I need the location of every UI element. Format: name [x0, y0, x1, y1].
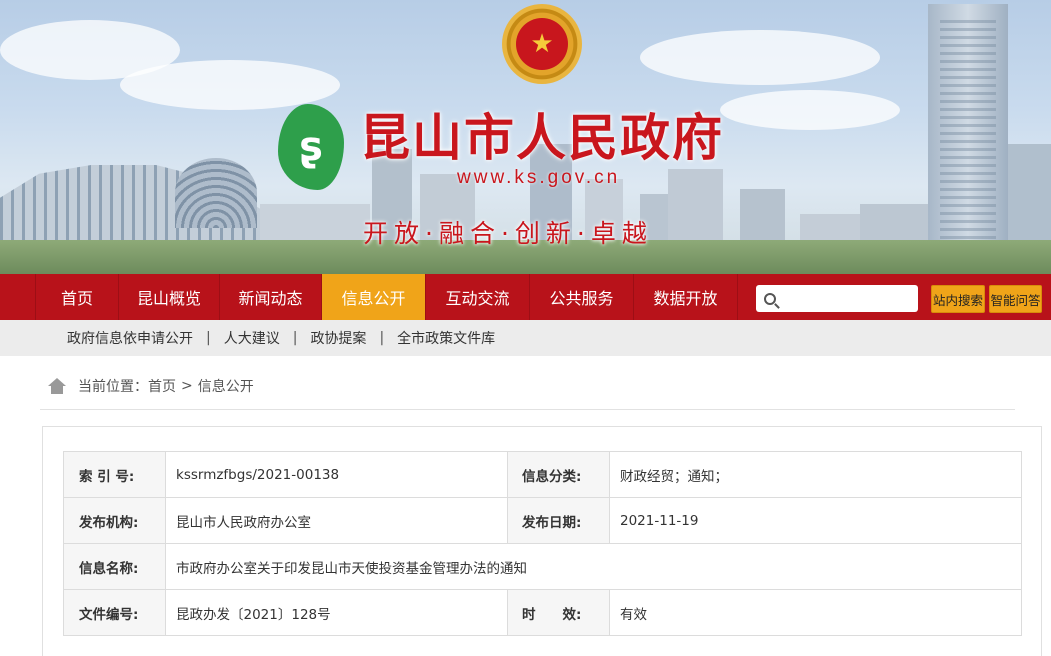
index-value: kssrmzfbgs/2021-00138	[165, 451, 508, 498]
divider	[40, 409, 1015, 410]
category-value: 财政经贸；通知；	[609, 451, 1022, 498]
subnav-item-apply-disclosure[interactable]: 政府信息依申请公开	[67, 328, 193, 348]
search-icon	[764, 292, 776, 305]
home-icon	[48, 378, 66, 394]
site-url: www.ks.gov.cn	[457, 167, 621, 188]
nav-item-home[interactable]: 首页	[36, 274, 119, 320]
publisher-value: 昆山市人民政府办公室	[165, 497, 508, 544]
nav-item-overview[interactable]: 昆山概览	[119, 274, 220, 320]
table-row: 信息名称: 市政府办公室关于印发昆山市天使投资基金管理办法的通知	[63, 543, 1022, 590]
subnav-separator: |	[206, 330, 211, 346]
kunshan-logo-icon[interactable]: ʂ	[278, 104, 344, 190]
dome-illustration	[175, 158, 257, 228]
nav-item-info-disclosure[interactable]: 信息公开	[322, 274, 426, 320]
nav-item-interaction[interactable]: 互动交流	[426, 274, 530, 320]
nav-item-public-service[interactable]: 公共服务	[530, 274, 634, 320]
document-number-value: 昆政办发〔2021〕128号	[165, 589, 508, 636]
search-box	[756, 285, 918, 312]
breadcrumb-separator: >	[181, 378, 193, 394]
national-emblem-icon: ★	[502, 4, 582, 84]
name-label: 信息名称:	[63, 543, 166, 590]
header-banner: ★ ʂ 昆山市人民政府 www.ks.gov.cn 开放·融合·创新·卓越	[0, 0, 1051, 274]
sub-nav: 政府信息依申请公开 | 人大建议 | 政协提案 | 全市政策文件库	[0, 320, 1051, 356]
category-label: 信息分类:	[507, 451, 610, 498]
subnav-item-cppcc-proposals[interactable]: 政协提案	[310, 328, 366, 348]
nav-item-open-data[interactable]: 数据开放	[634, 274, 738, 320]
site-slogan: 开放·融合·创新·卓越	[363, 219, 653, 248]
breadcrumb-prefix: 当前位置：	[78, 379, 148, 395]
subnav-item-policy-library[interactable]: 全市政策文件库	[397, 328, 495, 348]
breadcrumb-home-link[interactable]: 首页	[148, 376, 176, 396]
subnav-separator: |	[292, 330, 298, 346]
table-row: 发布机构: 昆山市人民政府办公室 发布日期: 2021-11-19	[63, 497, 1022, 544]
index-label: 索 引 号:	[63, 451, 166, 498]
publisher-label: 发布机构:	[63, 497, 166, 544]
table-row: 文件编号: 昆政办发〔2021〕128号 时 效: 有效	[63, 589, 1022, 636]
document-number-label: 文件编号:	[63, 589, 166, 636]
subnav-separator: |	[379, 330, 385, 346]
validity-label: 时 效:	[507, 589, 610, 636]
subnav-item-npc-suggestions[interactable]: 人大建议	[224, 328, 280, 348]
site-title: 昆山市人民政府	[360, 108, 724, 167]
site-search-button[interactable]: 站内搜索	[931, 285, 985, 313]
search-input[interactable]	[782, 287, 912, 310]
breadcrumb: 当前位置： 首页 > 信息公开	[48, 375, 254, 397]
name-value: 市政府办公室关于印发昆山市天使投资基金管理办法的通知	[165, 543, 1022, 590]
date-label: 发布日期:	[507, 497, 610, 544]
smart-qa-button[interactable]: 智能问答	[989, 285, 1042, 313]
date-value: 2021-11-19	[609, 497, 1022, 544]
validity-value: 有效	[609, 589, 1022, 636]
breadcrumb-current[interactable]: 信息公开	[198, 376, 254, 396]
document-info-table: 索 引 号: kssrmzfbgs/2021-00138 信息分类: 财政经贸；…	[63, 451, 1022, 636]
table-row: 索 引 号: kssrmzfbgs/2021-00138 信息分类: 财政经贸；…	[63, 451, 1022, 498]
nav-item-news[interactable]: 新闻动态	[220, 274, 322, 320]
